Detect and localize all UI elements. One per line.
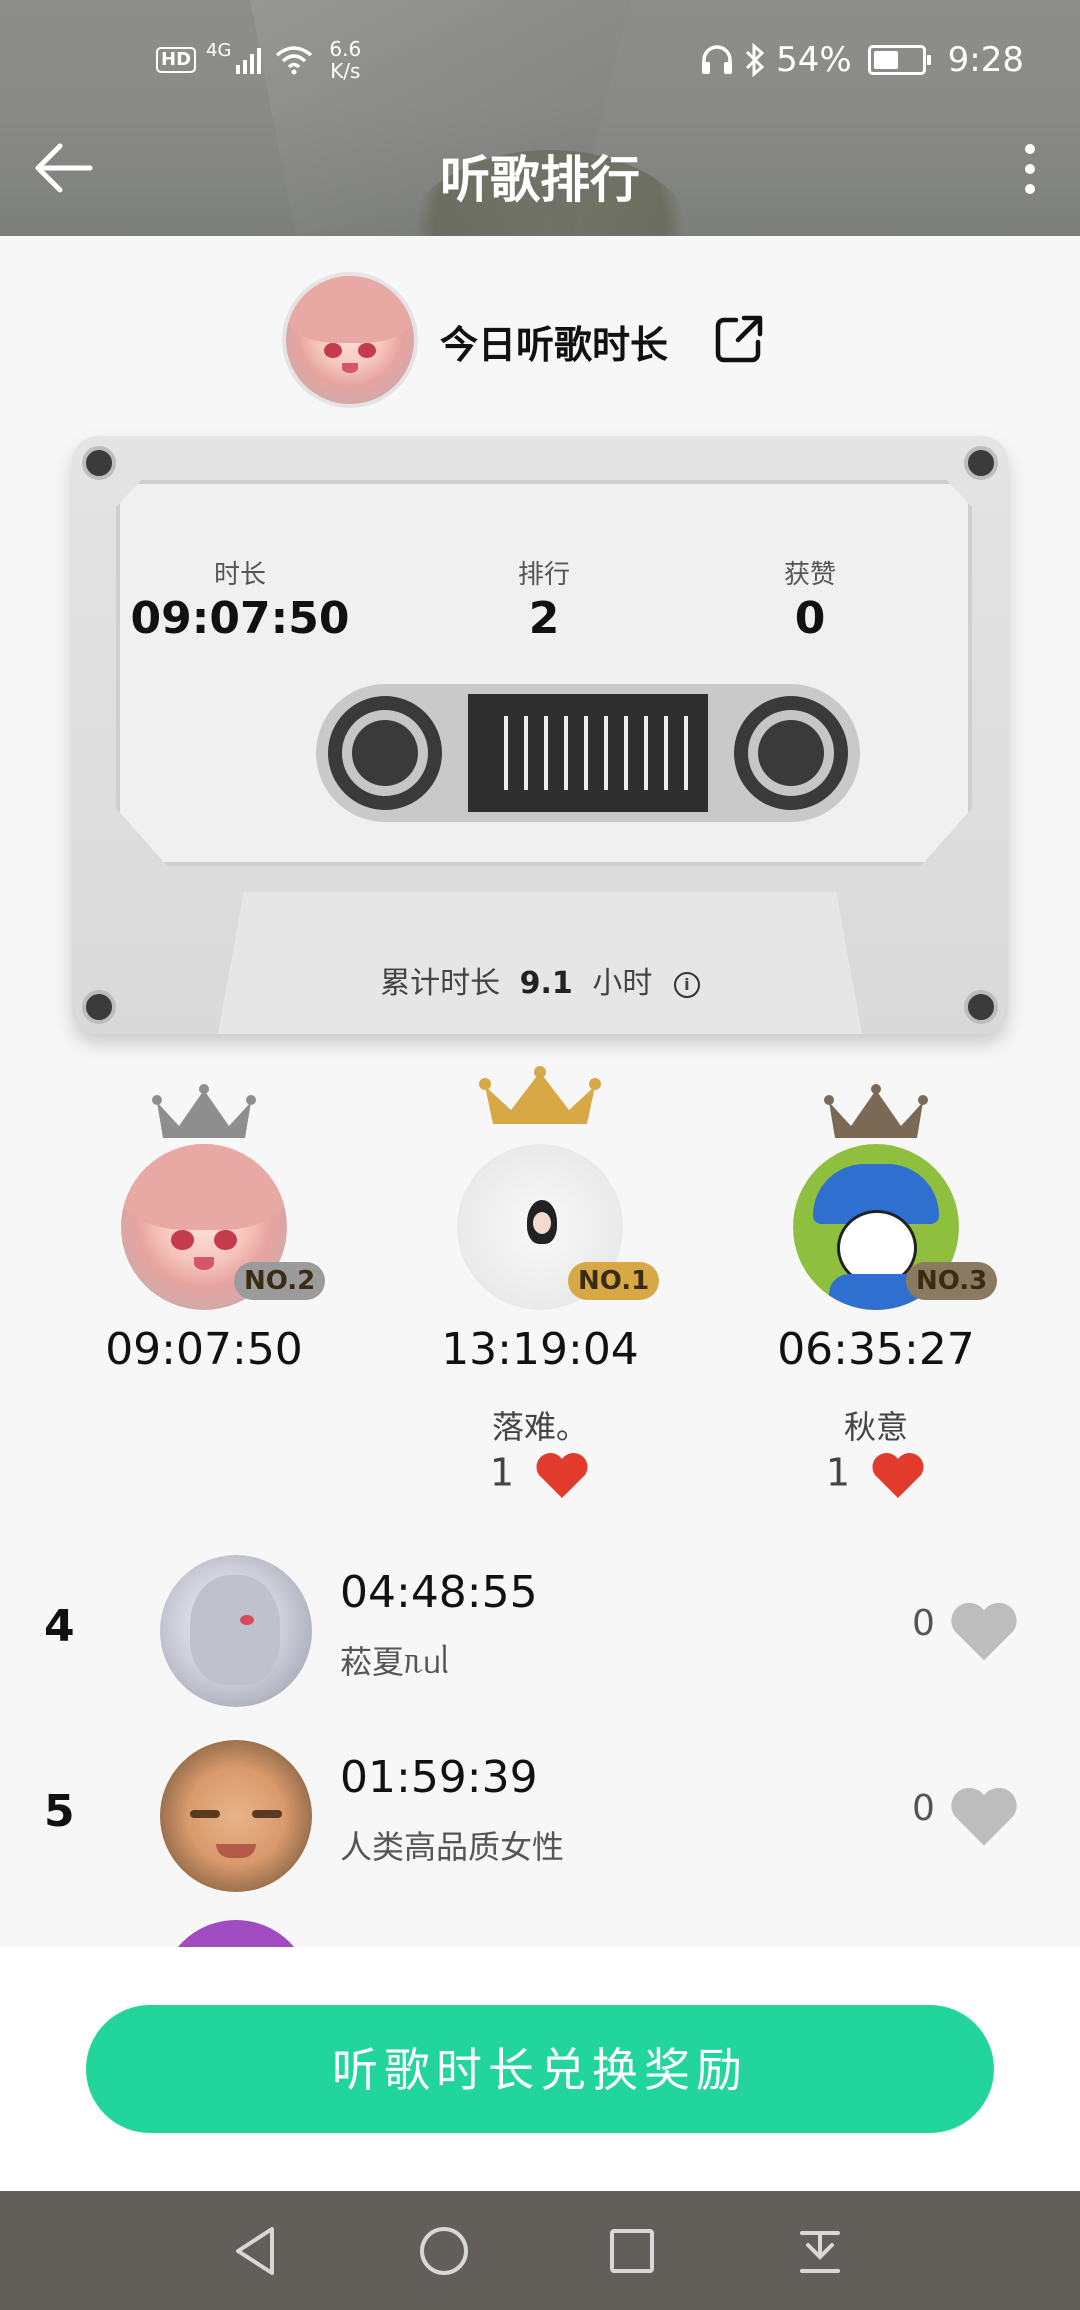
screw-icon — [964, 446, 998, 480]
tape-window — [468, 694, 708, 812]
system-nav-bar — [0, 2191, 1080, 2310]
battery-percent: 54% — [776, 40, 852, 80]
rank-badge: NO.2 — [234, 1262, 326, 1300]
stat-likes: 获赞 0 — [783, 560, 836, 644]
reel-left-icon — [328, 696, 442, 810]
rank-number: 5 — [44, 1786, 75, 1837]
nickname: 人类高品质女性 — [340, 1828, 565, 1866]
listen-time: 01:59:39 — [340, 1752, 538, 1803]
heart-outline-icon[interactable] — [948, 1784, 1020, 1848]
cta-area: 听歌时长兑换奖励 — [0, 1947, 1080, 2191]
stat-rank: 排行 2 — [517, 560, 570, 644]
cassette-label: 时长 09:07:50 排行 2 获赞 0 — [116, 480, 972, 866]
network-speed: 6.6 K/s — [329, 37, 362, 83]
crown-gold-icon — [479, 1066, 601, 1124]
total-duration: 累计时长 9.1 小时 i — [72, 958, 1008, 1002]
user-avatar[interactable] — [282, 272, 418, 408]
listen-time: 04:48:55 — [340, 1567, 538, 1618]
like-count: 0 — [912, 1603, 935, 1644]
nav-notification-icon[interactable] — [790, 2221, 850, 2281]
screw-icon — [82, 446, 116, 480]
battery-icon — [867, 45, 931, 75]
nickname: 落难。 — [491, 1408, 588, 1446]
status-bar: HD 4G 6.6 K/s 54% 9:28 — [0, 30, 1080, 100]
nickname: 秋意 — [843, 1408, 908, 1446]
heart-filled-icon[interactable] — [870, 1450, 926, 1500]
redeem-reward-button[interactable]: 听歌时长兑换奖励 — [86, 2005, 994, 2133]
nav-back-icon[interactable] — [226, 2221, 286, 2281]
nav-bar: 听歌排行 — [0, 120, 1080, 220]
cassette-card: 时长 09:07:50 排行 2 获赞 0 累计时长 9.1 小时 i — [72, 436, 1008, 1034]
like-count[interactable]: 1 — [756, 1450, 996, 1500]
listen-time: 06:35:27 — [777, 1324, 975, 1375]
stat-duration: 时长 09:07:50 — [130, 560, 350, 644]
header-background: HD 4G 6.6 K/s 54% 9:28 听歌排行 — [0, 0, 1080, 236]
clock: 9:28 — [947, 40, 1024, 80]
signal-bars-icon — [236, 48, 262, 74]
like-count[interactable]: 1 — [420, 1450, 660, 1500]
info-icon[interactable]: i — [673, 971, 700, 998]
heart-filled-icon[interactable] — [534, 1450, 590, 1500]
today-listening-label: 今日听歌时长 — [440, 323, 669, 367]
list-item[interactable]: 4 04:48:55 菘夏ᥰᥙᥣ 0 — [0, 1545, 1080, 1715]
listen-time: 13:19:04 — [441, 1324, 639, 1375]
list-item[interactable]: 5 01:59:39 人类高品质女性 0 — [0, 1730, 1080, 1900]
hd-badge: HD — [156, 47, 197, 73]
avatar — [160, 1555, 312, 1707]
more-menu-icon[interactable] — [1010, 138, 1050, 202]
crown-bronze-icon — [824, 1084, 928, 1138]
signal-label: 4G — [206, 39, 232, 61]
like-count: 0 — [912, 1788, 935, 1829]
wifi-icon — [276, 46, 313, 75]
tape-reels — [316, 684, 860, 822]
bluetooth-icon — [746, 43, 765, 77]
nickname: 菘夏ᥰᥙᥣ — [340, 1643, 450, 1681]
heart-outline-icon[interactable] — [948, 1599, 1020, 1663]
nav-home-icon[interactable] — [414, 2221, 474, 2281]
rank-number: 4 — [44, 1601, 75, 1652]
rank-badge: NO.1 — [568, 1262, 660, 1300]
crown-silver-icon — [152, 1084, 256, 1138]
reel-right-icon — [734, 696, 848, 810]
listen-time: 09:07:50 — [105, 1324, 303, 1375]
avatar — [160, 1740, 312, 1892]
rank-badge: NO.3 — [906, 1262, 998, 1300]
nav-recents-icon[interactable] — [602, 2221, 662, 2281]
today-summary: 今日听歌时长 — [0, 272, 1080, 408]
headphones-icon — [702, 45, 733, 74]
share-icon[interactable] — [712, 312, 766, 366]
page-title: 听歌排行 — [440, 151, 640, 209]
